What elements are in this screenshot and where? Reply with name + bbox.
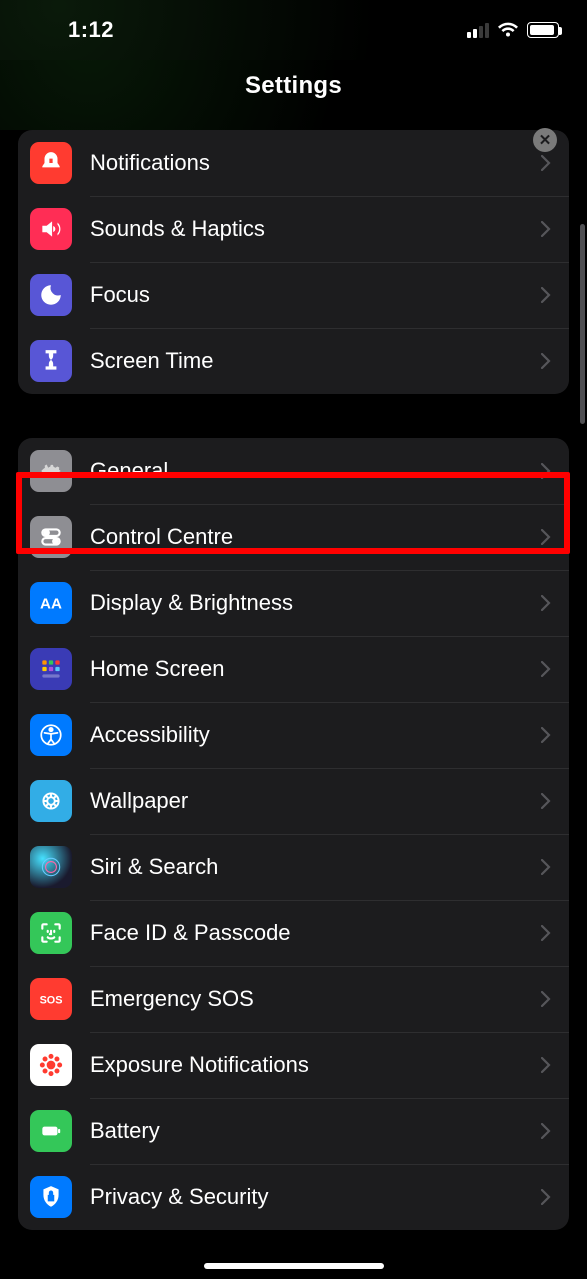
settings-row-label: Home Screen	[90, 656, 541, 682]
settings-row-faceid[interactable]: Face ID & Passcode	[18, 900, 569, 966]
svg-text:SOS: SOS	[40, 994, 63, 1006]
chevron-right-icon	[541, 353, 551, 369]
home-screen-icon	[30, 648, 72, 690]
page-header: Settings	[0, 60, 587, 130]
settings-row-label: General	[90, 458, 541, 484]
settings-row-label: Display & Brightness	[90, 590, 541, 616]
chevron-right-icon	[541, 529, 551, 545]
notifications-icon	[30, 142, 72, 184]
status-icons	[467, 22, 559, 38]
sos-icon: SOS	[30, 978, 72, 1020]
settings-row-control-centre[interactable]: Control Centre	[18, 504, 569, 570]
battery-icon	[527, 22, 559, 38]
settings-row-display[interactable]: AA Display & Brightness	[18, 570, 569, 636]
focus-icon	[30, 274, 72, 316]
settings-row-label: Battery	[90, 1118, 541, 1144]
settings-row-notifications[interactable]: Notifications	[18, 130, 569, 196]
wifi-icon	[497, 22, 519, 38]
control-centre-icon	[30, 516, 72, 558]
settings-row-label: Sounds & Haptics	[90, 216, 541, 242]
siri-icon	[30, 846, 72, 888]
close-icon[interactable]: ✕	[533, 128, 557, 152]
chevron-right-icon	[541, 859, 551, 875]
chevron-right-icon	[541, 155, 551, 171]
settings-row-sounds[interactable]: Sounds & Haptics	[18, 196, 569, 262]
settings-row-exposure[interactable]: Exposure Notifications	[18, 1032, 569, 1098]
settings-row-emergency-sos[interactable]: SOS Emergency SOS	[18, 966, 569, 1032]
settings-row-label: Control Centre	[90, 524, 541, 550]
settings-row-label: Emergency SOS	[90, 986, 541, 1012]
settings-row-label: Face ID & Passcode	[90, 920, 541, 946]
chevron-right-icon	[541, 793, 551, 809]
faceid-icon	[30, 912, 72, 954]
chevron-right-icon	[541, 463, 551, 479]
settings-row-label: Accessibility	[90, 722, 541, 748]
chevron-right-icon	[541, 595, 551, 611]
settings-row-home-screen[interactable]: Home Screen	[18, 636, 569, 702]
settings-row-label: Screen Time	[90, 348, 541, 374]
sounds-icon	[30, 208, 72, 250]
chevron-right-icon	[541, 1123, 551, 1139]
settings-row-label: Focus	[90, 282, 541, 308]
status-time: 1:12	[68, 17, 114, 43]
settings-group-2: General Control Centre AA Display & Brig…	[18, 438, 569, 1230]
settings-row-label: Wallpaper	[90, 788, 541, 814]
settings-row-label: Exposure Notifications	[90, 1052, 541, 1078]
settings-row-accessibility[interactable]: Accessibility	[18, 702, 569, 768]
page-title: Settings	[0, 72, 587, 100]
settings-list: Notifications Sounds & Haptics Focus Scr…	[0, 130, 587, 1230]
screentime-icon	[30, 340, 72, 382]
settings-row-privacy[interactable]: Privacy & Security	[18, 1164, 569, 1230]
settings-row-focus[interactable]: Focus	[18, 262, 569, 328]
chevron-right-icon	[541, 221, 551, 237]
home-indicator[interactable]	[204, 1263, 384, 1269]
general-icon	[30, 450, 72, 492]
settings-row-wallpaper[interactable]: Wallpaper	[18, 768, 569, 834]
settings-row-screentime[interactable]: Screen Time	[18, 328, 569, 394]
settings-row-siri[interactable]: Siri & Search	[18, 834, 569, 900]
chevron-right-icon	[541, 991, 551, 1007]
settings-row-label: Privacy & Security	[90, 1184, 541, 1210]
cellular-signal-icon	[467, 22, 489, 38]
battery-row-icon	[30, 1110, 72, 1152]
wallpaper-icon	[30, 780, 72, 822]
display-icon: AA	[30, 582, 72, 624]
status-bar: 1:12	[0, 0, 587, 60]
scrollbar[interactable]	[580, 224, 585, 424]
settings-group-1: Notifications Sounds & Haptics Focus Scr…	[18, 130, 569, 394]
accessibility-icon	[30, 714, 72, 756]
chevron-right-icon	[541, 727, 551, 743]
settings-row-general[interactable]: General	[18, 438, 569, 504]
chevron-right-icon	[541, 1057, 551, 1073]
chevron-right-icon	[541, 661, 551, 677]
chevron-right-icon	[541, 287, 551, 303]
settings-row-label: Notifications	[90, 150, 541, 176]
chevron-right-icon	[541, 925, 551, 941]
chevron-right-icon	[541, 1189, 551, 1205]
settings-row-label: Siri & Search	[90, 854, 541, 880]
exposure-icon	[30, 1044, 72, 1086]
svg-text:AA: AA	[40, 595, 62, 612]
privacy-icon	[30, 1176, 72, 1218]
settings-row-battery[interactable]: Battery	[18, 1098, 569, 1164]
